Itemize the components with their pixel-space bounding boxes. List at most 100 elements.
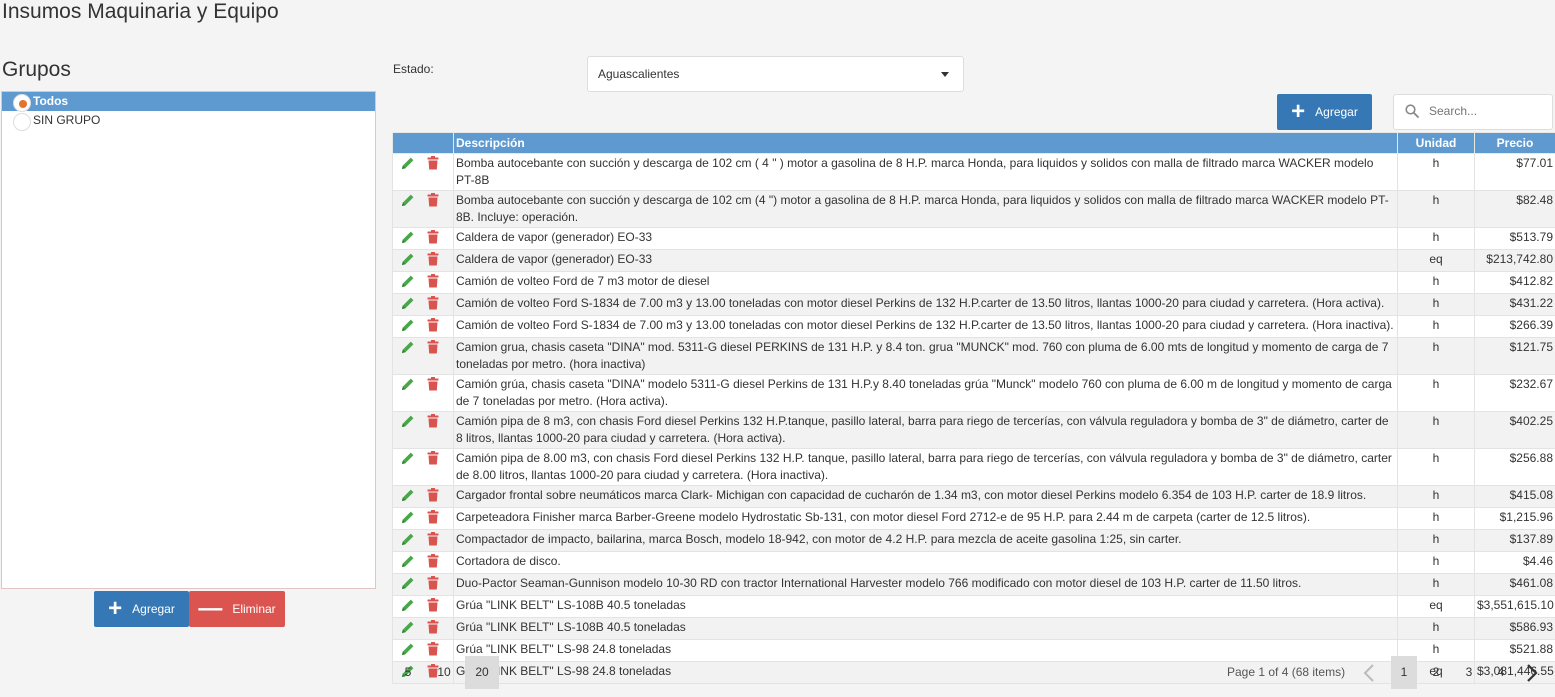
row-actions	[392, 595, 454, 618]
cell-precio: $3,551,615.10	[1474, 595, 1555, 618]
page-3-button[interactable]: 3	[1456, 656, 1482, 689]
trash-icon[interactable]	[427, 414, 439, 433]
cell-unidad: eq	[1397, 249, 1475, 272]
trash-icon[interactable]	[427, 554, 439, 573]
delete-group-label: Eliminar	[232, 602, 276, 616]
trash-icon[interactable]	[427, 377, 439, 396]
trash-icon[interactable]	[427, 340, 439, 359]
pencil-icon[interactable]	[401, 296, 415, 315]
cell-precio: $82.48	[1474, 190, 1555, 228]
trash-icon[interactable]	[427, 598, 439, 617]
pencil-icon[interactable]	[401, 532, 415, 551]
pencil-icon[interactable]	[401, 340, 415, 359]
page-size-5[interactable]: 5	[391, 656, 425, 689]
table-row[interactable]: Bomba autocebante con succión y descarga…	[392, 190, 1555, 228]
pencil-icon[interactable]	[401, 252, 415, 271]
cell-descripcion: Camión de volteo Ford S-1834 de 7.00 m3 …	[453, 293, 1398, 316]
trash-icon[interactable]	[427, 510, 439, 529]
pencil-icon[interactable]	[401, 451, 415, 470]
pencil-icon[interactable]	[401, 274, 415, 293]
trash-icon[interactable]	[427, 252, 439, 271]
table-row[interactable]: Bomba autocebante con succión y descarga…	[392, 153, 1555, 191]
cell-descripcion: Camión pipa de 8 m3, con chasis Ford die…	[453, 411, 1398, 449]
table-row[interactable]: Camión de volteo Ford S-1834 de 7.00 m3 …	[392, 293, 1555, 316]
page-size-10[interactable]: 10	[427, 656, 461, 689]
page-4-button[interactable]: 4	[1488, 656, 1514, 689]
table-row[interactable]: Cargador frontal sobre neumáticos marca …	[392, 485, 1555, 508]
column-header-precio[interactable]: Precio	[1474, 132, 1555, 154]
pencil-icon[interactable]	[401, 620, 415, 639]
cell-unidad: h	[1397, 485, 1475, 508]
radio-icon[interactable]	[13, 113, 31, 131]
radio-icon[interactable]	[13, 94, 31, 112]
table-row[interactable]: Grúa "LINK BELT" LS-108B 40.5 toneladas h…	[392, 617, 1555, 640]
cell-descripcion: Bomba autocebante con succión y descarga…	[453, 153, 1398, 191]
pencil-icon[interactable]	[401, 576, 415, 595]
trash-icon[interactable]	[427, 532, 439, 551]
table-row[interactable]: Camión de volteo Ford S-1834 de 7.00 m3 …	[392, 315, 1555, 338]
pencil-icon[interactable]	[401, 318, 415, 337]
search-box[interactable]	[1393, 94, 1553, 130]
cell-precio: $415.08	[1474, 485, 1555, 508]
add-item-button[interactable]: + Agregar	[1277, 94, 1372, 130]
trash-icon[interactable]	[427, 193, 439, 212]
cell-descripcion: Camion grua, chasis caseta "DINA" mod. 5…	[453, 337, 1398, 375]
table-row[interactable]: Cortadora de disco. h $4.46	[392, 551, 1555, 574]
trash-icon[interactable]	[427, 451, 439, 470]
trash-icon[interactable]	[427, 296, 439, 315]
table-row[interactable]: Duo-Pactor Seaman-Gunnison modelo 10-30 …	[392, 573, 1555, 596]
pencil-icon[interactable]	[401, 230, 415, 249]
cell-precio: $77.01	[1474, 153, 1555, 191]
cell-descripcion: Camión grúa, chasis caseta "DINA" modelo…	[453, 374, 1398, 412]
pencil-icon[interactable]	[401, 156, 415, 175]
trash-icon[interactable]	[427, 488, 439, 507]
trash-icon[interactable]	[427, 156, 439, 175]
pencil-icon[interactable]	[401, 510, 415, 529]
group-item-sin-grupo[interactable]: SIN GRUPO	[2, 111, 375, 131]
trash-icon[interactable]	[427, 576, 439, 595]
table-row[interactable]: Caldera de vapor (generador) EO-33 h $513.…	[392, 227, 1555, 250]
row-actions	[392, 227, 454, 250]
cell-descripcion: Caldera de vapor (generador) EO-33	[453, 249, 1398, 272]
trash-icon[interactable]	[427, 230, 439, 249]
cell-precio: $4.46	[1474, 551, 1555, 574]
trash-icon[interactable]	[427, 318, 439, 337]
estado-select[interactable]: Aguascalientes	[587, 56, 964, 92]
group-item-todos[interactable]: Todos	[2, 92, 375, 112]
table-row[interactable]: Camión pipa de 8 m3, con chasis Ford die…	[392, 411, 1555, 449]
cell-unidad: h	[1397, 573, 1475, 596]
table-row[interactable]: Grúa "LINK BELT" LS-108B 40.5 toneladas e…	[392, 595, 1555, 618]
table-row[interactable]: Camión pipa de 8.00 m3, con chasis Ford …	[392, 448, 1555, 486]
table-row[interactable]: Camión de volteo Ford de 7 m3 motor de d…	[392, 271, 1555, 294]
table-row[interactable]: Camion grua, chasis caseta "DINA" mod. 5…	[392, 337, 1555, 375]
table-row[interactable]: Grúa "LINK BELT" LS-98 24.8 toneladas eq $…	[392, 661, 1555, 684]
cell-precio: $431.22	[1474, 293, 1555, 316]
column-header-unidad[interactable]: Unidad	[1397, 132, 1475, 154]
cell-unidad: h	[1397, 315, 1475, 338]
page-size-20[interactable]: 20	[465, 656, 499, 689]
chevron-left-icon[interactable]	[1362, 663, 1376, 683]
table-row[interactable]: Camión grúa, chasis caseta "DINA" modelo…	[392, 374, 1555, 412]
pencil-icon[interactable]	[401, 598, 415, 617]
search-input[interactable]	[1427, 103, 1549, 119]
delete-group-button[interactable]: — Eliminar	[189, 591, 285, 627]
pencil-icon[interactable]	[401, 414, 415, 433]
table-row[interactable]: Compactador de impacto, bailarina, marca…	[392, 529, 1555, 552]
add-group-button[interactable]: + Agregar	[94, 591, 189, 627]
estado-label: Estado:	[393, 62, 434, 76]
pencil-icon[interactable]	[401, 488, 415, 507]
trash-icon[interactable]	[427, 274, 439, 293]
column-header-descripcion[interactable]: Descripción	[453, 132, 1398, 154]
table-row[interactable]: Grúa "LINK BELT" LS-98 24.8 toneladas h $5…	[392, 639, 1555, 662]
table-row[interactable]: Carpeteadora Finisher marca Barber-Green…	[392, 507, 1555, 530]
table-row[interactable]: Caldera de vapor (generador) EO-33 eq $213…	[392, 249, 1555, 272]
pencil-icon[interactable]	[401, 193, 415, 212]
trash-icon[interactable]	[427, 620, 439, 639]
page-2-button[interactable]: 2	[1423, 656, 1449, 689]
chevron-right-icon[interactable]	[1525, 663, 1539, 683]
pencil-icon[interactable]	[401, 377, 415, 396]
cell-descripcion: Bomba autocebante con succión y descarga…	[453, 190, 1398, 228]
cell-precio: $513.79	[1474, 227, 1555, 250]
pencil-icon[interactable]	[401, 554, 415, 573]
page-1-button[interactable]: 1	[1391, 656, 1417, 689]
